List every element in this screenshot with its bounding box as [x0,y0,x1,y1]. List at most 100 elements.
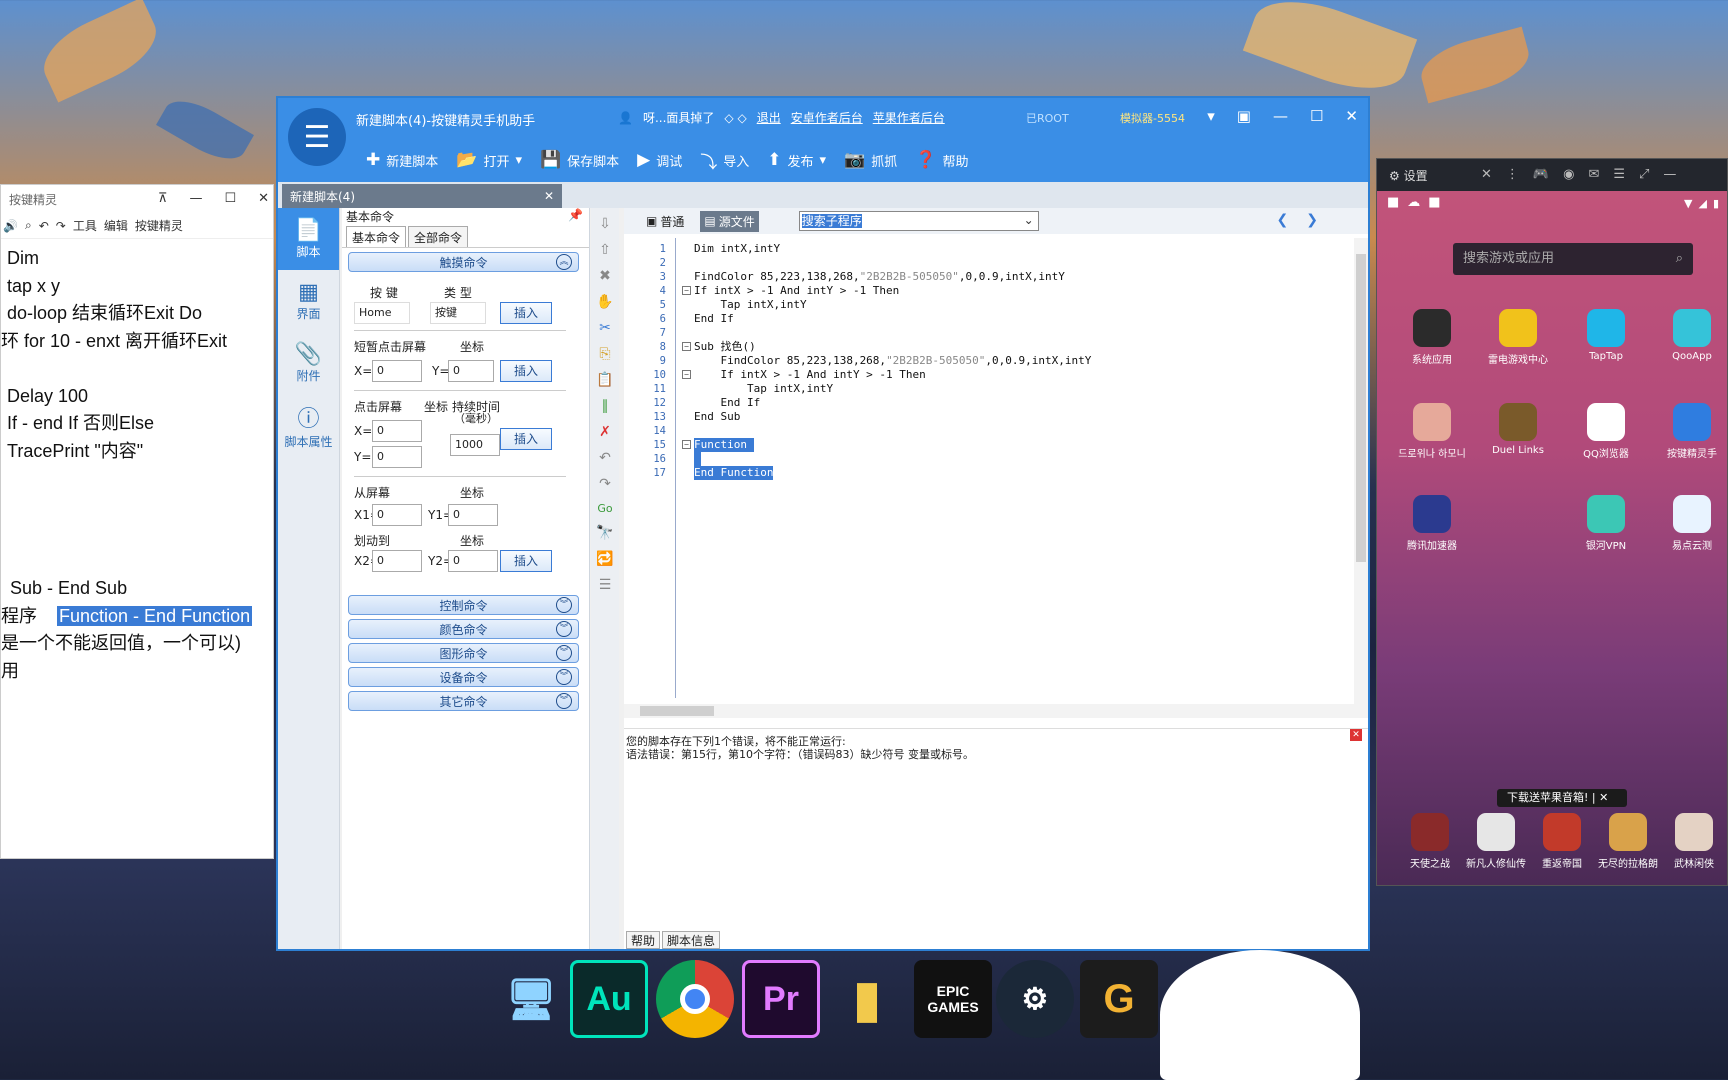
save-button[interactable]: 💾 保存脚本 [540,150,619,170]
copy-icon[interactable]: ⎘ [599,346,610,362]
close-icon[interactable]: ✕ [258,191,269,206]
key-select[interactable]: Home [354,302,410,324]
app-icon[interactable]: QQ浏览器 [1571,403,1641,460]
steam-icon[interactable]: ⚙ [996,960,1074,1038]
menu-icon[interactable]: ☰ [1613,167,1625,182]
press-y-input[interactable]: 0 [372,446,422,468]
press-x-input[interactable]: 0 [372,420,422,442]
insert-tap-button[interactable]: 插入 [500,360,552,382]
app-icon[interactable]: 系统应用 [1397,309,1467,366]
scroll-thumb[interactable] [640,706,714,716]
tab-all[interactable]: 全部命令 [408,226,469,247]
hand-icon[interactable]: ✋ [596,294,613,310]
debug-button[interactable]: ▶ 调试 [637,150,682,170]
app-icon[interactable]: 雷电游戏中心 [1483,309,1553,366]
android-author-link[interactable]: 安卓作者后台 [791,109,863,126]
main-menu-button[interactable]: ☰ [288,108,346,166]
app-icon[interactable]: 按键精灵手 [1657,403,1727,460]
minimize-icon[interactable]: — [1663,167,1676,182]
fold-toggle-icon[interactable]: − [682,440,691,449]
open-button[interactable]: 📂 打开 ▾ [456,150,522,170]
code-line[interactable]: 17 End Function [624,466,1292,480]
code-line[interactable]: 12 End If [624,396,1292,410]
app-icon[interactable]: 腾讯加速器 [1397,495,1467,552]
dock-app[interactable]: 新凡人修仙传 [1461,813,1531,870]
account-icon[interactable]: ◉ [1563,167,1574,182]
find-icon[interactable]: 🔭 [596,525,613,541]
doc-tab[interactable]: 新建脚本(4) ✕ [282,184,562,208]
code-line[interactable]: 7 [624,326,1292,340]
code-line[interactable]: 16 [624,452,1292,466]
insert-swipe-button[interactable]: 插入 [500,550,552,572]
close-icon[interactable]: ✕ [1481,167,1492,182]
prev-icon[interactable]: ❮ [1277,212,1289,228]
cut-icon[interactable]: ✂ [599,320,611,336]
minimize-icon[interactable]: — [189,191,202,206]
arrow-up-icon[interactable]: ⇧ [599,242,611,258]
mode-source[interactable]: ▤ 源文件 [700,210,759,232]
code-line[interactable]: 5 Tap intX,intY [624,298,1292,312]
app-icon[interactable]: TapTap [1571,309,1641,362]
redo-icon[interactable]: ↷ [56,219,66,233]
fold-toggle-icon[interactable]: − [682,286,691,295]
mode-normal[interactable]: ▣ 普通 [642,211,688,232]
publish-button[interactable]: ⬆ 发布 ▾ [767,150,826,170]
duration-input[interactable]: 1000 [450,434,500,456]
category-graphic[interactable]: 图形命令 ︾ [348,643,579,663]
dock-app[interactable]: 无尽的拉格朗 [1593,813,1663,870]
close-icon[interactable]: ✕ [1350,729,1362,741]
replace-icon[interactable]: 🔁 [596,551,613,567]
code-line[interactable]: 8 − Sub 找色() [624,340,1292,354]
nav-ui[interactable]: ▦ 界面 [278,270,339,332]
app-search[interactable]: 搜索游戏或应用 ⌕ [1453,243,1693,275]
more-icon[interactable]: ⋮ [1506,167,1519,182]
premiere-app[interactable]: Pr [742,960,820,1038]
undo-icon[interactable]: ↶ [39,219,49,233]
dock-app[interactable]: 重返帝国 [1527,813,1597,870]
minimize-icon[interactable]: — [1273,107,1288,125]
goto-icon[interactable]: Go [597,502,612,515]
capture-button[interactable]: 📷 抓抓 [844,150,897,170]
insert-press-button[interactable]: 插入 [500,428,552,450]
computer-icon[interactable]: 🖥 [492,960,570,1038]
nav-script[interactable]: 📄 脚本 [278,208,339,270]
app-icon[interactable]: 银河VPN [1571,495,1641,552]
code-line[interactable]: 11 Tap intX,intY [624,382,1292,396]
import-button[interactable]: ⤵ 导入 [700,148,749,173]
pin-icon[interactable]: 📌 [568,208,583,226]
epic-games-app[interactable]: EPIC GAMES [914,960,992,1038]
sub-search-select[interactable]: 搜索子程序 ⌄ [798,211,1039,231]
editor-vscroll[interactable] [1354,238,1368,704]
maximize-icon[interactable]: ☐ [224,191,236,206]
category-device[interactable]: 设备命令 ︾ [348,667,579,687]
code-line[interactable]: 14 [624,424,1292,438]
gamepad-icon[interactable]: 🎮 [1533,167,1549,182]
list-icon[interactable]: ☰ [599,577,612,593]
maximize-icon[interactable]: ☐ [1310,107,1323,125]
redo-icon[interactable]: ↷ [599,476,611,492]
code-line[interactable]: 2 [624,256,1292,270]
swipe-x2-input[interactable]: 0 [372,550,422,572]
game-app-icon[interactable]: G [1080,960,1158,1038]
new-script-button[interactable]: ✚ 新建脚本 [366,150,438,170]
dock-app[interactable]: 武林闲侠 [1659,813,1728,870]
swipe-y2-input[interactable]: 0 [448,550,498,572]
code-line[interactable]: 9 FindColor 85,223,138,268,"2B2B2B-50505… [624,354,1292,368]
logout-link[interactable]: 退出 [757,109,781,126]
close-icon[interactable]: ✕ [1345,107,1358,125]
pin-icon[interactable]: ⊼ [158,191,168,206]
tab-help[interactable]: 帮助 [626,931,661,949]
comment-icon[interactable]: ∥ [602,398,609,414]
nav-attachment[interactable]: 📎 附件 [278,332,339,394]
app-icon[interactable]: 드로위나 하모니 [1397,403,1467,460]
dock-app[interactable]: 天使之战 [1395,813,1465,870]
code-line[interactable]: 13 End Sub [624,410,1292,424]
code-line[interactable]: 3 FindColor 85,223,138,268,"2B2B2B-505050… [624,270,1292,284]
notepad-body[interactable]: Dim tap x y do-loop 结束循环Exit Do 环 for 10… [1,239,273,685]
restore-icon[interactable]: ▣ [1237,107,1251,125]
category-control[interactable]: 控制命令 ︾ [348,595,579,615]
code-line[interactable]: 15 − Function [624,438,1292,452]
ios-author-link[interactable]: 苹果作者后台 [873,109,945,126]
code-line[interactable]: 6 End If [624,312,1292,326]
settings-tab[interactable]: ⚙ 设置 [1389,167,1428,184]
